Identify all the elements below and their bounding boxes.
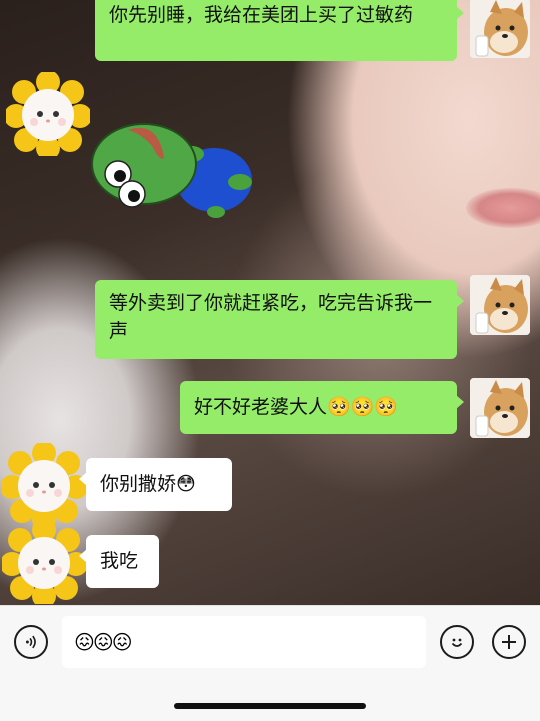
message-bubble-received[interactable]: 我吃 [79, 535, 159, 588]
message-bubble-sent[interactable]: 你先别睡，我给在美团上买了过敏药 [95, 0, 464, 61]
message-text: 我吃 [100, 550, 139, 572]
pepe-frog-lying-sticker[interactable] [88, 112, 256, 228]
message-text: 好不好老婆大人🥺🥺🥺 [194, 396, 398, 418]
frog-sticker-icon [91, 123, 252, 218]
message-text: 等外卖到了你就赶紧吃，吃完告诉我一声 [109, 292, 433, 342]
cat-sunflower-avatar-icon [2, 520, 86, 604]
message-bubble-sent[interactable]: 等外卖到了你就赶紧吃，吃完告诉我一声 [95, 280, 464, 359]
shiba-doge-avatar-icon [470, 275, 530, 335]
my-avatar[interactable] [470, 378, 530, 438]
voice-icon [25, 635, 36, 649]
plus-icon [502, 635, 516, 649]
background-lips [466, 188, 540, 228]
message-text: 你先别睡，我给在美团上买了过敏药 [109, 4, 414, 26]
message-bubble-received[interactable]: 你别撒娇😳 [79, 458, 232, 511]
message-bubble-sent[interactable]: 好不好老婆大人🥺🥺🥺 [180, 381, 464, 434]
home-indicator[interactable] [174, 703, 366, 709]
add-button[interactable] [492, 625, 526, 659]
emoji-icon [451, 638, 463, 647]
shiba-doge-avatar-icon [470, 0, 530, 58]
message-text: 你别撒娇😳 [100, 473, 196, 495]
chat-input-bar: 😖😖😖 [0, 605, 540, 721]
my-avatar[interactable] [470, 0, 530, 58]
emoji-button[interactable] [440, 625, 474, 659]
contact-avatar[interactable] [6, 72, 90, 156]
contact-avatar[interactable] [2, 520, 86, 604]
message-input[interactable]: 😖😖😖 [62, 616, 426, 668]
input-value: 😖😖😖 [74, 630, 133, 654]
my-avatar[interactable] [470, 275, 530, 335]
voice-button[interactable] [14, 625, 48, 659]
cat-sunflower-avatar-icon [2, 443, 86, 527]
shiba-doge-avatar-icon [470, 378, 530, 438]
cat-sunflower-avatar-icon [6, 72, 90, 156]
contact-avatar[interactable] [2, 443, 86, 527]
